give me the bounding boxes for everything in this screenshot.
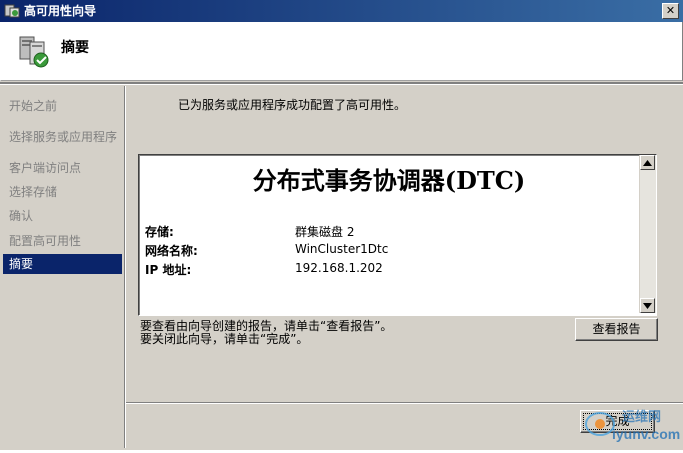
success-message: 已为服务或应用程序成功配置了高可用性。 — [178, 98, 407, 112]
storage-label: 存储: — [145, 225, 174, 239]
close-button[interactable]: ✕ — [662, 3, 679, 19]
nav-step-client-access-point: 客户端访问点 — [9, 161, 82, 175]
header-divider — [0, 82, 683, 85]
close-icon: ✕ — [665, 4, 676, 17]
view-report-button[interactable]: 查看报告 — [575, 318, 658, 341]
watermark-line2: iyunv.com — [612, 426, 681, 442]
ip-address-value: 192.168.1.202 — [295, 261, 383, 275]
nav-step-confirmation: 确认 — [9, 209, 34, 223]
wizard-window: 高可用性向导 ✕ 摘要 开始之前 选择服务或应用程序 客户端访问点 选择存储 确… — [0, 0, 683, 450]
close-wizard-hint: 要关闭此向导，请单击“完成”。 — [140, 332, 309, 346]
window-title: 高可用性向导 — [24, 4, 97, 18]
storage-value: 群集磁盘 2 — [295, 225, 355, 239]
ip-address-label: IP 地址: — [145, 263, 192, 277]
page-title: 摘要 — [61, 40, 89, 56]
scroll-up-button[interactable] — [640, 155, 655, 170]
cluster-app-icon — [4, 4, 20, 18]
report-scrollbar[interactable] — [639, 155, 656, 313]
arrow-up-icon — [643, 160, 652, 166]
nav-step-select-storage: 选择存储 — [9, 185, 58, 199]
network-name-label: 网络名称: — [145, 244, 198, 258]
summary-report[interactable]: 分布式事务协调器(DTC) 存储: 群集磁盘 2 网络名称: WinCluste… — [138, 154, 657, 316]
watermark-line1: 运维网 — [622, 409, 662, 424]
high-availability-icon — [19, 36, 49, 68]
title-bar: 高可用性向导 ✕ — [0, 0, 683, 22]
nav-step-select-service: 选择服务或应用程序 — [9, 130, 118, 144]
nav-step-before-you-begin: 开始之前 — [9, 99, 58, 113]
nav-divider-highlight — [125, 86, 126, 448]
report-title: 分布式事务协调器(DTC) — [252, 166, 526, 195]
wizard-header: 摘要 — [0, 22, 683, 81]
nav-step-summary: 摘要 — [3, 254, 122, 274]
arrow-down-icon — [643, 303, 652, 309]
network-name-value: WinCluster1Dtc — [295, 242, 389, 256]
scroll-down-button[interactable] — [640, 298, 655, 313]
nav-step-configure-ha: 配置高可用性 — [9, 234, 82, 248]
wizard-steps-nav: 开始之前 选择服务或应用程序 客户端访问点 选择存储 确认 配置高可用性 摘要 — [0, 86, 124, 448]
site-watermark: 运维网 iyunv.com — [578, 404, 683, 450]
